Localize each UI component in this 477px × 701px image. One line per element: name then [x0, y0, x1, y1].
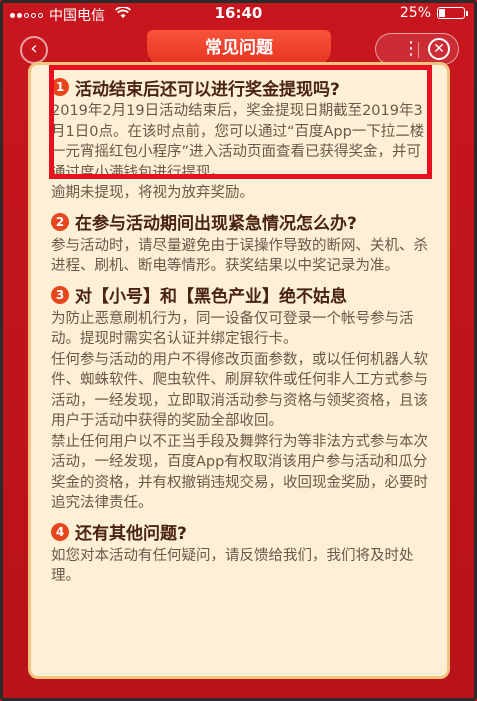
question-number-badge: 4: [51, 522, 69, 541]
highlight-annotation-box: [49, 65, 432, 179]
battery-icon: [437, 7, 468, 19]
faq-section: 2 在参与活动期间出现紧急情况怎么办? 参与活动时，请尽量避免由于误操作导致的断网、…: [51, 208, 435, 277]
question-text: 在参与活动期间出现紧急情况怎么办?: [75, 214, 357, 234]
page-title: 常见问题: [147, 30, 331, 66]
answer-paragraph: 为防止恶意刷机行为，同一设备仅可登录一个帐号参与活动。提现时需实名认证并绑定银行…: [51, 310, 414, 348]
faq-section: 4 还有其他问题? 如您对本活动有任何疑问，请反馈给我们，我们将及时处理。: [51, 518, 435, 587]
back-button[interactable]: ‹: [20, 36, 48, 64]
answer-paragraph: 逾期未提现，将视为放弃奖励。: [51, 185, 254, 201]
faq-question: 4 还有其他问题?: [51, 518, 435, 546]
status-bar: 中国电信 16:40 25%: [0, 0, 477, 28]
answer-paragraph: 如您对本活动有任何疑问，请反馈给我们，我们将及时处理。: [51, 547, 414, 585]
faq-section: 3 对【小号】和【黑色产业】绝不姑息为防止恶意刷机行为，同一设备仅可登录一个帐号参…: [51, 281, 435, 514]
battery-percent: 25%: [399, 5, 431, 21]
question-text: 对【小号】和【黑色产业】绝不姑息: [75, 287, 347, 307]
answer-paragraph: 参与活动时，请尽量避免由于误操作导致的断网、关机、杀进程、刷机、断电等情形。获奖…: [51, 237, 428, 275]
status-right: 25%: [399, 5, 468, 21]
question-number-badge: 3: [51, 285, 69, 304]
question-number-badge: 2: [51, 212, 69, 231]
answer-paragraph: 任何参与活动的用户不得修改页面参数，或以任何机器人软件、蜘蛛软件、爬虫软件、刷屏…: [51, 351, 428, 430]
faq-question: 2 在参与活动期间出现紧急情况怎么办?: [51, 208, 435, 236]
question-text: 还有其他问题?: [75, 524, 187, 544]
capsule-divider: [418, 42, 419, 58]
close-icon[interactable]: ✕: [428, 38, 450, 60]
faq-question: 3 对【小号】和【黑色产业】绝不姑息: [51, 281, 435, 309]
answer-paragraph: 禁止任何用户以不正当手段及舞弊行为等非法方式参与本次活动，一经发现，百度App有…: [51, 433, 428, 512]
mini-program-capsule: ⋮ ✕: [375, 33, 459, 65]
chevron-left-icon: ‹: [30, 38, 38, 59]
